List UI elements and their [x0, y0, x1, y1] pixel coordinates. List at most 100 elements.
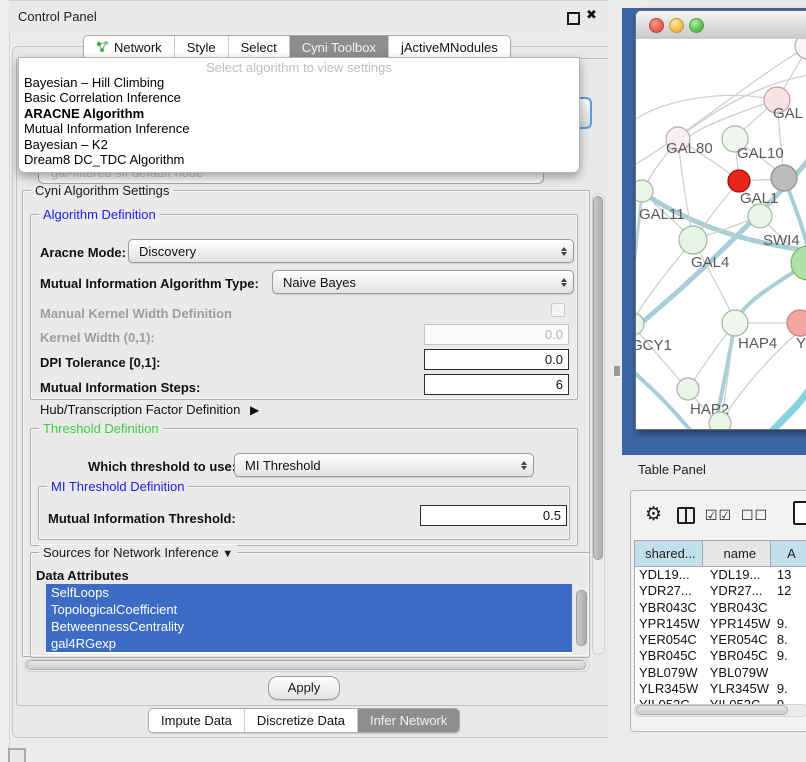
data-attributes-list[interactable]: SelfLoopsTopologicalCoefficientBetweenne…	[46, 584, 572, 654]
checked-columns-icon[interactable]: ☑☑	[705, 507, 732, 524]
tab-cyni-toolbox[interactable]: Cyni Toolbox	[290, 36, 389, 59]
apply-button[interactable]: Apply	[268, 676, 340, 700]
data-attributes-label: Data Attributes	[36, 568, 129, 583]
tab-style[interactable]: Style	[175, 36, 229, 59]
table-cell: 9.	[771, 648, 806, 664]
network-node-gal11[interactable]	[636, 180, 653, 202]
network-window-titlebar[interactable]	[636, 11, 806, 40]
manual-kernel-width-label: Manual Kernel Width Definition	[40, 306, 232, 321]
split-columns-icon[interactable]	[677, 507, 695, 524]
table-row[interactable]: YER054CYER054C8.	[635, 632, 806, 648]
zoom-traffic-light-icon[interactable]	[689, 18, 704, 33]
column-header-a[interactable]: A	[771, 541, 806, 566]
attribute-item-selfloops[interactable]: SelfLoops	[46, 584, 572, 601]
list-scrollbar-thumb[interactable]	[576, 590, 587, 646]
aracne-mode-value: Discovery	[139, 244, 196, 259]
dpi-tolerance-input[interactable]: 0.0	[424, 349, 569, 370]
table-cell: YDL19...	[703, 567, 771, 583]
tab-jactivemnodules[interactable]: jActiveMNodules	[389, 36, 510, 59]
table-row[interactable]: YBR043CYBR043C	[635, 600, 806, 616]
table-cell: YPR145W	[635, 616, 703, 632]
table-panel-title: Table Panel	[638, 462, 706, 477]
control-panel-titlebar	[9, 0, 620, 31]
column-header-shared[interactable]: shared...	[635, 541, 703, 566]
network-node-y[interactable]	[787, 310, 806, 336]
table-cell: YER054C	[635, 632, 703, 648]
tab-infer-network[interactable]: Infer Network	[358, 709, 459, 732]
table-cell: 9	[771, 697, 806, 704]
network-node[interactable]	[709, 412, 731, 429]
table-row[interactable]: YIL052CYIL052C9	[635, 697, 806, 704]
network-node[interactable]	[771, 165, 797, 191]
close-icon[interactable]: ✖	[586, 7, 597, 23]
float-window-icon[interactable]	[567, 12, 580, 25]
collapsed-panel-icon[interactable]	[8, 748, 26, 762]
table-cell: YBR043C	[635, 600, 703, 616]
mi-threshold-input[interactable]: 0.5	[420, 505, 567, 526]
tab-select[interactable]: Select	[229, 36, 290, 59]
algorithm-option-bayesian-k2[interactable]: Bayesian – K2	[19, 137, 579, 152]
network-node-gal4[interactable]	[679, 226, 707, 254]
table-cell: YDR27...	[703, 583, 771, 599]
network-node-hap4[interactable]	[722, 310, 748, 336]
minimize-traffic-light-icon[interactable]	[669, 18, 684, 33]
network-node-gal1[interactable]	[728, 170, 750, 192]
which-threshold-select[interactable]: MI Threshold	[234, 453, 534, 477]
network-node[interactable]	[795, 39, 806, 59]
algorithm-option-bayesian-hill-climbing[interactable]: Bayesian – Hill Climbing	[19, 75, 579, 90]
unchecked-columns-icon[interactable]: ☐☐	[741, 507, 768, 524]
table-hscrollbar-thumb[interactable]	[636, 705, 788, 715]
column-header-name[interactable]: name	[703, 541, 771, 566]
which-threshold-label: Which threshold to use:	[88, 459, 236, 474]
tab-discretize-data[interactable]: Discretize Data	[245, 709, 358, 732]
settings-hscrollbar-thumb[interactable]	[26, 660, 586, 670]
network-node-swi4[interactable]	[791, 246, 806, 280]
network-edge[interactable]	[636, 240, 693, 321]
table-header-row: shared...nameA	[635, 541, 806, 567]
algorithm-definition-title: Algorithm Definition	[39, 207, 160, 222]
table-cell	[771, 600, 806, 616]
app-root: Control Panel ✖ NetworkStyleSelect Cyni T…	[0, 0, 806, 762]
mi-steps-input[interactable]: 6	[424, 374, 569, 395]
gear-icon[interactable]: ⚙	[645, 503, 662, 526]
which-threshold-value: MI Threshold	[245, 458, 321, 473]
table-row[interactable]: YBL079WYBL079W	[635, 665, 806, 681]
table-row[interactable]: YDL19...YDL19...13	[635, 567, 806, 583]
network-node-gcy1[interactable]	[636, 313, 644, 335]
splitter-handle[interactable]	[614, 366, 620, 376]
tab-impute-data[interactable]: Impute Data	[149, 709, 245, 732]
algorithm-option-basic-correlation-inference[interactable]: Basic Correlation Inference	[19, 90, 579, 105]
algorithm-option-aracne-algorithm[interactable]: ARACNE Algorithm	[19, 106, 579, 121]
network-view-window[interactable]: GALGAL80GAL10GAL1GAL11SWI4GAL4GCY1HAP4YH…	[635, 10, 806, 430]
settings-vscrollbar-thumb[interactable]	[593, 196, 603, 560]
network-node-hap2[interactable]	[677, 378, 699, 400]
hub-definition-toggle[interactable]: Hub/Transcription Factor Definition ▶	[40, 402, 259, 417]
algorithm-option-mutual-information-inference[interactable]: Mutual Information Inference	[19, 121, 579, 136]
table-cell: YBL079W	[703, 665, 771, 681]
aracne-mode-select[interactable]: Discovery	[128, 239, 574, 263]
network-graph-canvas[interactable]: GALGAL80GAL10GAL1GAL11SWI4GAL4GCY1HAP4YH…	[636, 39, 806, 429]
spinner-arrows-icon	[561, 247, 567, 256]
attribute-item-betweennesscentrality[interactable]: BetweennessCentrality	[46, 618, 572, 635]
node-table[interactable]: shared...nameA YDL19...YDL19...13YDR27..…	[634, 540, 806, 704]
manual-kernel-width-checkbox[interactable]	[551, 303, 565, 317]
kernel-width-input[interactable]: 0.0	[424, 324, 569, 345]
table-cell: YLR345W	[703, 681, 771, 697]
algorithm-option-dream8-dc-tdc-algorithm[interactable]: Dream8 DC_TDC Algorithm	[19, 152, 579, 167]
network-edge[interactable]	[772, 385, 806, 429]
close-traffic-light-icon[interactable]	[649, 18, 664, 33]
sources-group-title[interactable]: Sources for Network Inference ▼	[39, 545, 237, 560]
network-edge[interactable]	[636, 325, 686, 387]
tab-network[interactable]: Network	[84, 36, 175, 59]
tab-label: Cyni Toolbox	[302, 40, 376, 55]
table-row[interactable]: YPR145WYPR145W9.	[635, 616, 806, 632]
attribute-item-gal4rgexp[interactable]: gal4RGexp	[46, 635, 572, 652]
control-panel-title: Control Panel	[18, 9, 97, 24]
table-row[interactable]: YLR345WYLR345W9.	[635, 681, 806, 697]
table-row[interactable]: YDR27...YDR27...12	[635, 583, 806, 599]
document-icon[interactable]	[793, 501, 806, 525]
attribute-item-topologicalcoefficient[interactable]: TopologicalCoefficient	[46, 601, 572, 618]
mi-algorithm-type-select[interactable]: Naive Bayes	[272, 270, 574, 294]
table-row[interactable]: YBR045CYBR045C9.	[635, 648, 806, 664]
network-node[interactable]	[748, 204, 772, 228]
